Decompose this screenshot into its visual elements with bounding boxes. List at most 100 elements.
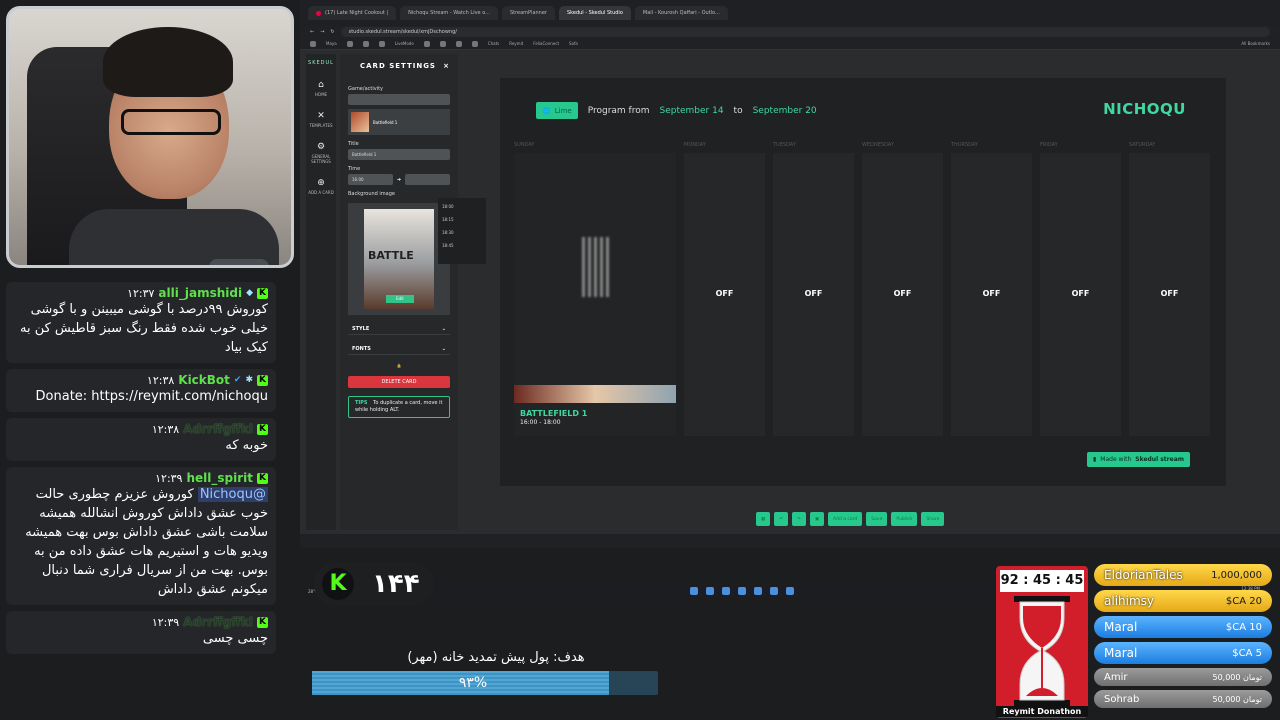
bookmark-icon[interactable] [362,40,369,47]
url-input[interactable]: studio.skedul.stream/skedul/xmjDschowng/ [340,27,1270,37]
day-slot[interactable]: OFF [862,153,943,436]
redo-icon[interactable]: ↷ [792,512,806,526]
share-button[interactable]: Share [921,512,945,526]
day-column[interactable]: SUNDAY BATTLEFIELD 1 16:00 - 18:00 [514,142,676,436]
time-option[interactable]: 18:00 [442,200,482,213]
made-with-badge[interactable]: ▮ Made with Skedul stream [1086,452,1190,467]
bookmark[interactable]: Maya [326,41,337,46]
day-column[interactable]: TUESDAY OFF [773,142,854,436]
nav-home[interactable]: ⌂ HOME [315,80,327,97]
undo-icon[interactable]: ↶ [774,512,789,526]
time-option[interactable]: 18:15 [442,213,482,226]
steam-icon[interactable] [786,587,794,595]
bookmark-icon[interactable] [439,40,446,47]
timer-caption: Reymit Donathon [996,706,1088,717]
app-icon[interactable] [770,587,778,595]
bookmark[interactable]: Reymit [509,41,523,46]
reload-icon[interactable]: ↻ [330,29,334,35]
style-accordion[interactable]: STYLE ⌄ [348,323,450,335]
day-slot[interactable]: OFF [773,153,854,436]
time-end-select[interactable] [405,174,451,185]
chrome-icon[interactable] [722,587,730,595]
bookmark-all[interactable]: All Bookmarks [1241,41,1270,46]
bookmark-icon[interactable] [471,40,478,47]
edit-image-button[interactable]: Edit [386,295,414,303]
nav-templates[interactable]: ✕ TEMPLATES [309,111,332,128]
publish-button[interactable]: Publish [891,512,918,526]
time-option[interactable]: 18:30 [442,226,482,239]
preview-icon[interactable]: ▣ [809,512,825,526]
browser-tab[interactable]: Nichoqu Stream - Watch Live o... [400,6,498,20]
delete-card-button[interactable]: DELETE CARD [348,376,450,388]
bookmark-icon[interactable] [378,40,385,47]
title-label: Title [348,141,359,147]
day-name: TUESDAY [773,142,796,148]
nav-general-settings[interactable]: ⚙ GENERAL SETTINGS [306,142,336,164]
selected-game-card[interactable]: Battlefield 1 [348,109,450,135]
hourglass-icon [1014,596,1070,706]
background-image-label: Background image [348,191,395,197]
bookmark[interactable]: Chats [488,41,499,46]
game-search-input[interactable] [348,94,450,105]
chat-text: Donate: https://reymit.com/nichoqu [35,389,268,404]
donation-item: Amir 50,000 تومان [1094,668,1272,686]
lock-icon[interactable]: 🔒 [344,363,454,368]
bookmark[interactable]: FeliaConnect [533,41,559,46]
day-slot[interactable]: OFF [951,153,1032,436]
event-card[interactable]: BATTLEFIELD 1 16:00 - 18:00 [514,153,676,436]
chat-mention[interactable]: @Nichoqu [197,487,268,502]
bookmark-icon[interactable] [346,40,353,47]
close-icon[interactable]: × [443,62,450,70]
bookmark[interactable]: LiveMode [395,41,414,46]
bookmark-icon[interactable] [423,40,430,47]
start-icon[interactable] [690,587,698,595]
chat-message: K Adrrffgffkl ۱۲:۳۸ خوبه که [6,418,276,461]
fonts-accordion[interactable]: FONTS ⌄ [348,343,450,355]
kick-icon: K [257,472,268,484]
browser-tab[interactable]: Mail - Kourosh Qaffari - Outlo... [634,6,728,20]
day-slot[interactable]: OFF [1129,153,1210,436]
time-start-select[interactable]: 16:00 [348,174,393,185]
bookmark[interactable]: Sofa [569,41,578,46]
time-option[interactable]: 18:45 [442,239,482,252]
day-column[interactable]: MONDAY OFF [684,142,765,436]
youtube-icon [316,10,321,16]
title-input[interactable]: Battlefield 1 [348,149,450,160]
back-icon[interactable]: ← [310,29,314,35]
day-column[interactable]: SATURDAY OFF [1129,142,1210,436]
donation-item: EldorianTales 1,000,000 [1094,564,1272,586]
day-slot[interactable]: OFF [1040,153,1121,436]
add-card-button[interactable]: Add a card [828,512,863,526]
browser-tab[interactable]: StreamPlanner [501,6,555,20]
chat-username[interactable]: KickBot [178,373,230,387]
blurred-logo [582,237,612,297]
card-settings-panel: CARD SETTINGS × Game/activity Battlefiel… [340,54,486,530]
save-button[interactable]: Save [866,512,888,526]
day-column[interactable]: FRIDAY OFF [1040,142,1121,436]
timezone-badge[interactable]: 🌐 Lime [536,102,578,119]
browser-tab[interactable]: (17) Late Night Cookout | [308,6,397,20]
search-icon[interactable] [706,587,714,595]
gem-badge-icon: ◆ [246,288,253,298]
battlefield-poster: BATTLE [364,209,434,309]
day-column[interactable]: WEDNESDAY OFF [862,142,943,436]
templates-icon: ✕ [317,111,325,121]
app-icon[interactable] [754,587,762,595]
bookmark-icon[interactable] [310,40,316,47]
goal-percent: ۹۳% [458,675,488,691]
chat-username[interactable]: Adrrffgffkl [183,422,253,436]
forward-icon[interactable]: → [320,29,324,35]
day-slot[interactable]: OFF [684,153,765,436]
chat-meta: K Adrrffgffkl ۱۲:۳۸ [14,422,268,436]
bookmark-icon[interactable] [455,40,462,47]
chat-username[interactable]: hell_spirit [186,471,253,485]
day-column[interactable]: THURSDAY OFF [951,142,1032,436]
chat-username[interactable]: alli_jamshidi [158,286,242,300]
off-label: OFF [893,289,912,298]
nav-add-card[interactable]: ⊕ ADD A CARD [308,178,334,195]
off-label: OFF [804,289,823,298]
grid-icon[interactable]: ▦ [756,512,771,526]
browser-tab-active[interactable]: Skedul - Skedul Studio [558,6,631,20]
explorer-icon[interactable] [738,587,746,595]
chat-username[interactable]: Adrrffgffkl [183,615,253,629]
